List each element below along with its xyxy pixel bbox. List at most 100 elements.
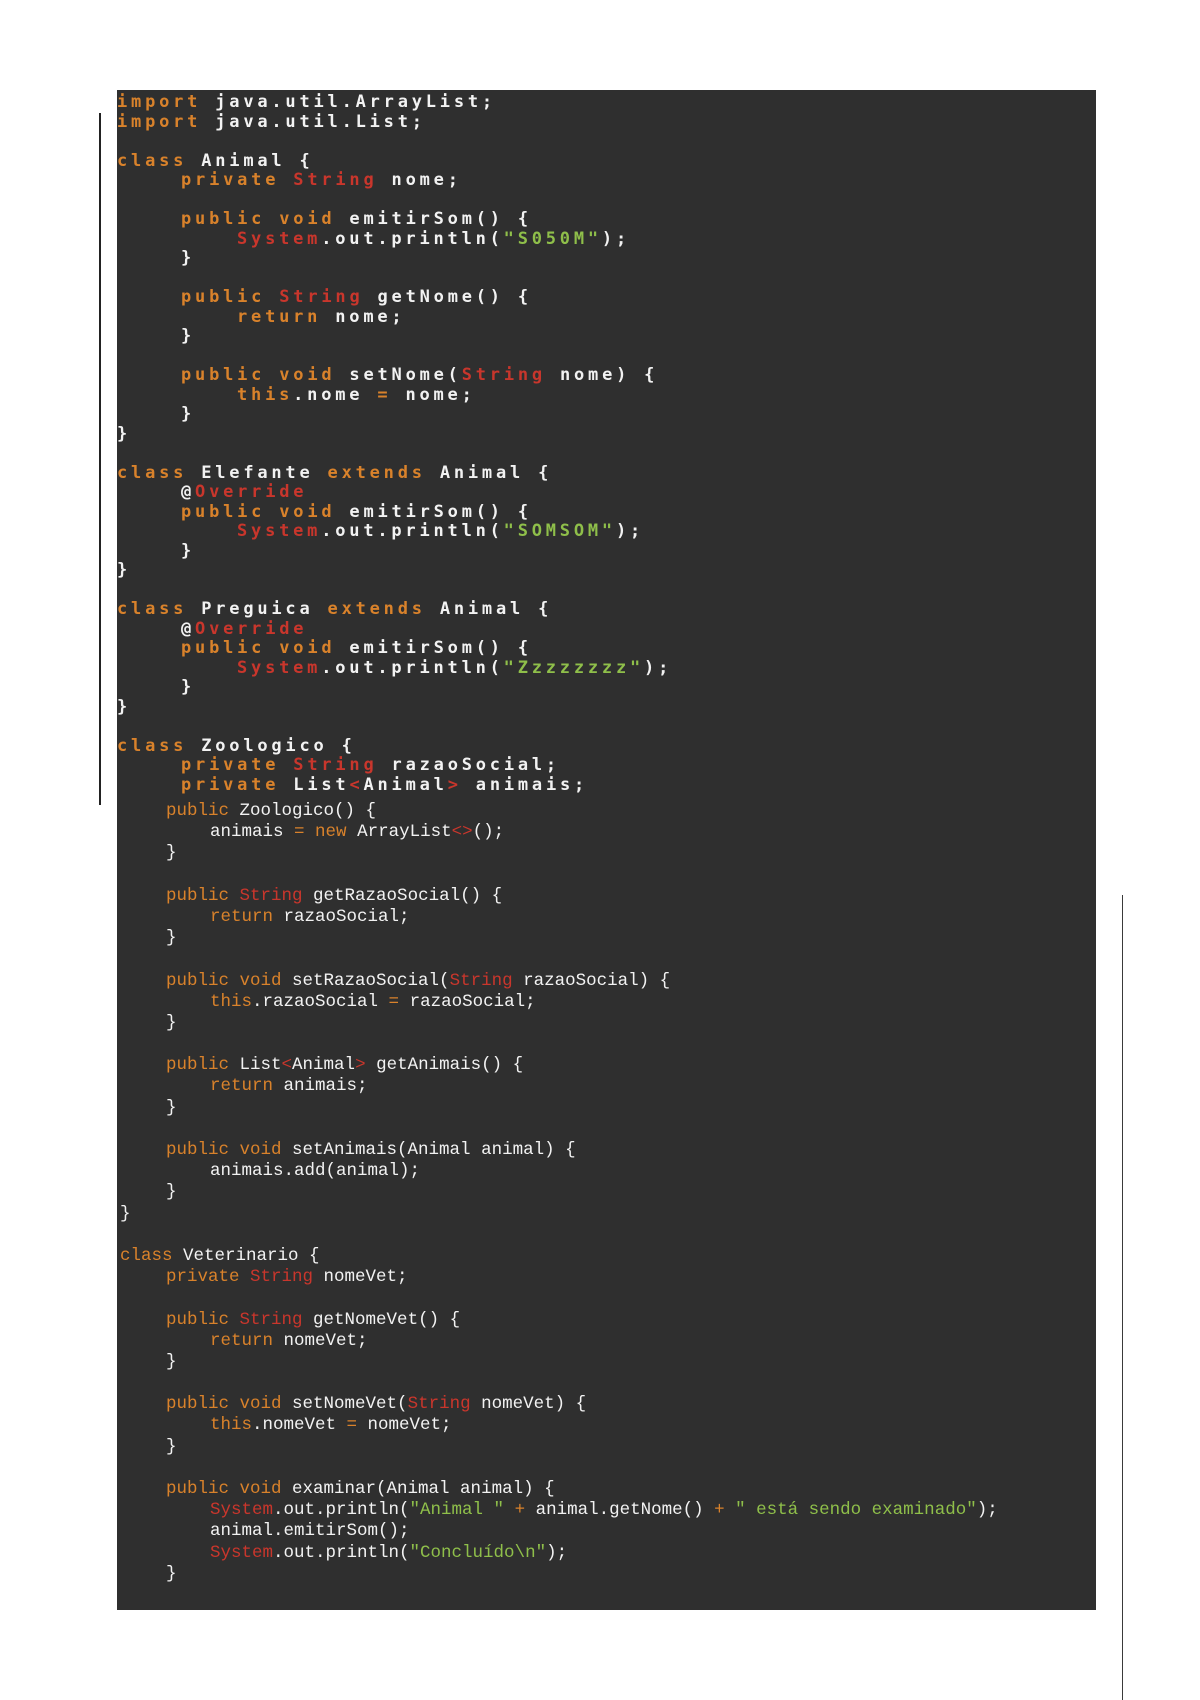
code-token: ();	[472, 822, 505, 843]
code-line: public String getRazaoSocial() {	[117, 886, 1096, 907]
code-token: return	[210, 1330, 274, 1351]
code-line: animal.emitirSom();	[117, 1521, 1096, 1542]
code-token: String	[407, 1394, 471, 1415]
code-token: "SOMSOM"	[503, 521, 616, 541]
code-line: @Override	[117, 482, 1096, 503]
code-token: Zoologico {	[187, 735, 356, 756]
code-token: "Animal "	[409, 1500, 505, 1521]
code-line: class Zoologico {	[117, 735, 1096, 757]
code-token: nome;	[321, 306, 406, 327]
code-line: class Elefante extends Animal {	[117, 462, 1096, 484]
editor-guide-line	[1122, 895, 1123, 1700]
page-margin-line	[99, 113, 101, 805]
code-token: nome) {	[545, 365, 659, 385]
code-token: nome;	[391, 384, 476, 405]
code-token: =	[346, 1415, 358, 1436]
code-token: this	[210, 1415, 253, 1436]
code-token: String	[279, 287, 364, 307]
code-token: Animal {	[187, 150, 314, 171]
code-token: Animal {	[425, 462, 553, 483]
code-line: }	[117, 1564, 1096, 1585]
code-token: public	[166, 1309, 230, 1330]
code-token: public	[166, 801, 230, 821]
code-token: }	[117, 696, 132, 717]
code-token: public void	[166, 1479, 282, 1499]
code-token: public void	[181, 365, 336, 385]
code-section-zoo-vet: public Zoologico() {animais = new ArrayL…	[117, 801, 1096, 1585]
code-line: private List<Animal> animais;	[117, 774, 1096, 796]
code-token: public void	[166, 970, 282, 991]
code-token: );	[644, 657, 673, 678]
code-token: >	[447, 774, 462, 795]
code-token: getRazaoSocial() {	[302, 885, 503, 906]
code-token: getAnimais() {	[365, 1055, 524, 1076]
code-token: setRazaoSocial(	[281, 970, 450, 991]
code-token: private	[181, 774, 280, 795]
code-token: @	[181, 618, 196, 639]
code-line: }	[117, 541, 1096, 562]
code-line: return nomeVet;	[117, 1331, 1096, 1352]
code-line: @Override	[117, 618, 1096, 640]
code-token: private	[181, 755, 280, 775]
code-token: return	[237, 306, 322, 327]
code-token: }	[181, 677, 196, 697]
code-line: public String getNomeVet() {	[117, 1310, 1096, 1331]
code-token: animais;	[273, 1076, 368, 1097]
code-token: private	[181, 170, 280, 190]
code-token: public void	[181, 501, 336, 522]
code-token: }	[166, 1012, 177, 1033]
code-token: .out.println(	[321, 228, 504, 249]
code-token: private	[166, 1267, 240, 1288]
code-token: public void	[166, 1394, 282, 1415]
code-token: String	[293, 755, 378, 775]
code-line: private String razaoSocial;	[117, 755, 1096, 776]
code-token: String	[449, 970, 513, 991]
code-token: public	[181, 287, 266, 307]
code-token: nomeVet;	[357, 1415, 452, 1436]
code-token: "S050M"	[503, 228, 602, 249]
code-line: public void setNomeVet(String nomeVet) {	[117, 1394, 1096, 1415]
code-token: =	[388, 991, 400, 1012]
code-line: }	[117, 1204, 1096, 1225]
code-token: public	[166, 885, 230, 906]
code-token: class	[120, 1245, 173, 1266]
code-token: this	[210, 991, 253, 1012]
code-token: java.util.ArrayList;	[201, 92, 496, 112]
code-token: extends	[327, 462, 426, 483]
code-token: <>	[451, 822, 473, 843]
code-line: private String nome;	[117, 170, 1096, 191]
code-token: }	[166, 1563, 177, 1584]
code-token: String	[239, 885, 303, 906]
code-token: }	[120, 1203, 131, 1224]
code-token: new	[315, 822, 347, 843]
code-token: System	[237, 521, 322, 541]
code-token: }	[166, 1351, 177, 1372]
code-line: }	[117, 696, 1096, 718]
code-line: System.out.println("Zzzzzzzz");	[117, 657, 1096, 679]
code-token: examinar(Animal animal) {	[281, 1479, 555, 1499]
code-token: emitirSom() {	[335, 501, 532, 522]
code-line: System.out.println("Concluído\n");	[117, 1543, 1096, 1564]
code-token: public void	[181, 209, 336, 229]
code-token: emitirSom() {	[335, 209, 532, 229]
code-line: }	[117, 843, 1096, 864]
code-line: public Zoologico() {	[117, 801, 1096, 822]
code-token: return	[210, 906, 274, 927]
code-token: );	[546, 1542, 568, 1563]
code-token: <	[281, 1055, 293, 1076]
code-token: class	[117, 150, 188, 171]
code-line: return nome;	[117, 306, 1096, 328]
code-line: }	[117, 1013, 1096, 1034]
code-token: .nomeVet	[252, 1415, 347, 1436]
